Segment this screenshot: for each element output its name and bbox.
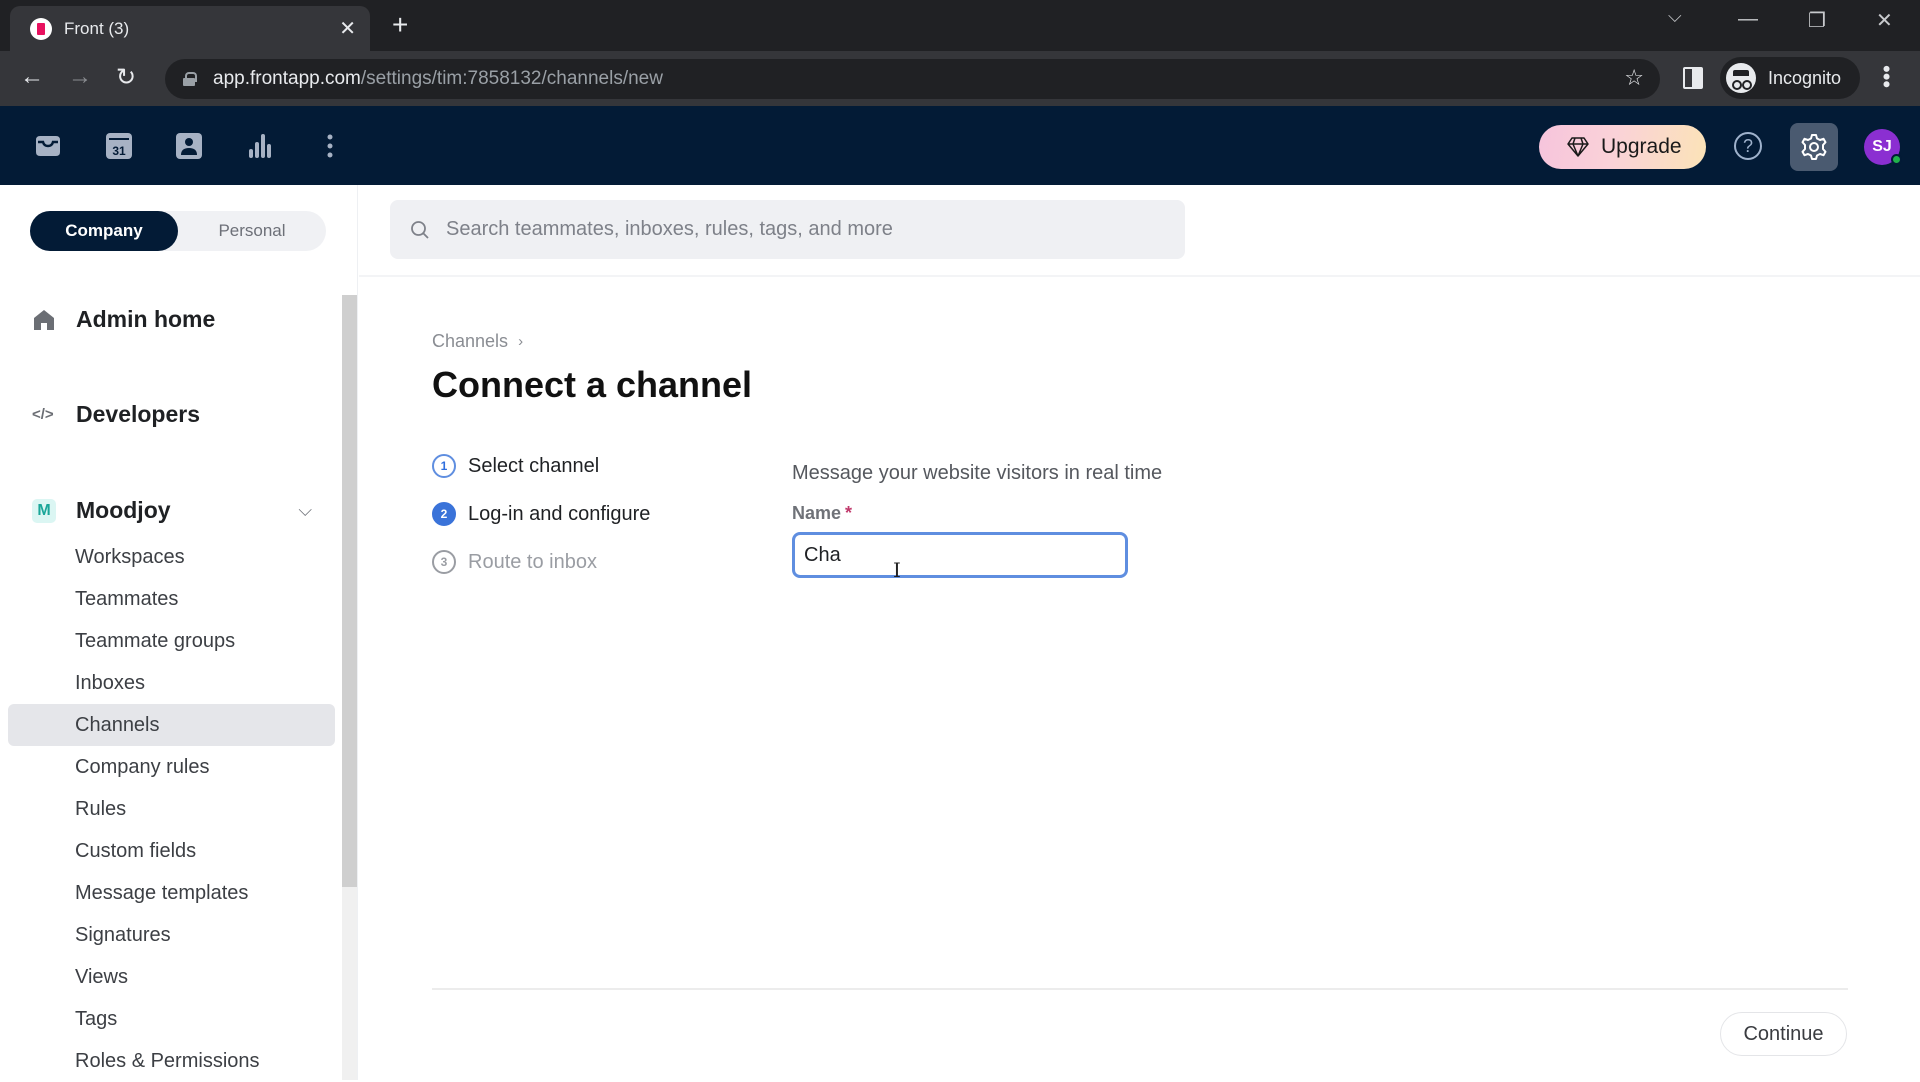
sidebar-item-channels[interactable]: Channels	[8, 704, 335, 746]
gear-icon	[1801, 134, 1827, 160]
browser-menu-icon[interactable]: •••	[1874, 65, 1899, 88]
chevron-down-icon[interactable]: ⌵	[298, 500, 312, 521]
incognito-profile-button[interactable]: Incognito	[1720, 57, 1860, 99]
setup-steps: 1 Select channel 2 Log-in and configure …	[432, 442, 650, 586]
org-name: Moodjoy	[76, 497, 171, 523]
lock-icon	[183, 72, 197, 86]
scope-tab-personal[interactable]: Personal	[178, 211, 326, 251]
new-tab-button[interactable]: +	[392, 10, 408, 40]
settings-button[interactable]	[1790, 123, 1838, 171]
contacts-icon[interactable]	[173, 130, 205, 162]
footer-divider	[432, 988, 1848, 990]
settings-sidebar: Company Personal Admin home </> Develope…	[0, 185, 358, 1080]
text-cursor-icon: I	[893, 558, 901, 582]
incognito-icon	[1726, 63, 1756, 93]
step-label: Select channel	[468, 454, 600, 477]
address-bar[interactable]: app.frontapp.com /settings/tim:7858132/c…	[165, 59, 1660, 99]
step-login-configure[interactable]: 2 Log-in and configure	[432, 490, 650, 538]
channel-config-form: Message your website visitors in real ti…	[792, 462, 1162, 578]
inbox-icon[interactable]	[32, 130, 64, 162]
step-label: Route to inbox	[468, 550, 597, 573]
continue-button[interactable]: Continue	[1720, 1012, 1847, 1056]
sidebar-item-teammate-groups[interactable]: Teammate groups	[8, 620, 335, 662]
channel-description: Message your website visitors in real ti…	[792, 462, 1163, 484]
back-arrow-icon[interactable]: ←	[20, 63, 44, 91]
app-header: 31 Upgrade ? SJ	[0, 106, 1920, 185]
upgrade-label: Upgrade	[1601, 135, 1682, 158]
sidebar-item-teammates[interactable]: Teammates	[8, 578, 335, 620]
sidebar-item-developers[interactable]: </> Developers	[32, 401, 200, 428]
org-settings-nav: Workspaces Teammates Teammate groups Inb…	[8, 536, 335, 1082]
analytics-icon[interactable]	[244, 130, 276, 162]
url-path: /settings/tim:7858132/channels/new	[360, 68, 663, 89]
code-icon: </>	[32, 406, 54, 423]
scope-toggle: Company Personal	[30, 211, 326, 251]
step-route-to-inbox: 3 Route to inbox	[432, 538, 650, 586]
home-icon	[34, 309, 54, 330]
breadcrumb-chevron-icon: ›	[518, 333, 524, 350]
sidebar-item-custom-fields[interactable]: Custom fields	[8, 830, 335, 872]
step-number: 3	[432, 550, 456, 574]
tab-search-chevron-icon[interactable]: ⌵	[1668, 6, 1682, 27]
step-label: Log-in and configure	[468, 502, 651, 525]
sidebar-item-label: Developers	[76, 401, 201, 427]
sidebar-item-tags[interactable]: Tags	[8, 998, 335, 1040]
search-area	[359, 185, 1920, 277]
breadcrumb-channels-link[interactable]: Channels	[432, 331, 508, 352]
help-icon[interactable]: ?	[1734, 132, 1762, 160]
close-window-icon[interactable]: ✕	[1876, 8, 1893, 33]
org-section-header[interactable]: M Moodjoy ⌵	[32, 497, 312, 524]
page-title: Connect a channel	[432, 364, 753, 405]
avatar-initials: SJ	[1872, 138, 1892, 155]
step-number: 1	[432, 454, 456, 478]
browser-tab-bar: Front (3) ✕ + ⌵ — ❐ ✕	[0, 0, 1920, 51]
search-icon	[411, 220, 429, 239]
name-label-text: Name	[792, 503, 842, 523]
search-input[interactable]	[446, 218, 1166, 241]
online-status-indicator	[1891, 154, 1902, 165]
upgrade-button[interactable]: Upgrade	[1539, 125, 1706, 169]
sidebar-item-views[interactable]: Views	[8, 956, 335, 998]
sidebar-item-admin-home[interactable]: Admin home	[32, 306, 215, 333]
front-favicon-icon	[30, 17, 52, 40]
sidebar-item-inboxes[interactable]: Inboxes	[8, 662, 335, 704]
tab-title: Front (3)	[64, 18, 130, 38]
user-avatar[interactable]: SJ	[1864, 129, 1902, 165]
sidebar-item-rules[interactable]: Rules	[8, 788, 335, 830]
step-select-channel[interactable]: 1 Select channel	[432, 442, 650, 490]
sidebar-item-message-templates[interactable]: Message templates	[8, 872, 335, 914]
close-tab-icon[interactable]: ✕	[339, 16, 356, 41]
step-number: 2	[432, 502, 456, 526]
name-field[interactable]	[792, 532, 1128, 578]
sidebar-item-roles-permissions[interactable]: Roles & Permissions	[8, 1040, 335, 1082]
forward-arrow-icon[interactable]: →	[68, 63, 92, 91]
url-host: app.frontapp.com	[213, 68, 361, 89]
name-field-label: Name *	[792, 503, 1162, 524]
sidebar-item-label: Admin home	[76, 306, 216, 332]
browser-toolbar: ← → ↻ app.frontapp.com /settings/tim:785…	[0, 51, 1920, 106]
sidebar-scrollbar-thumb[interactable]	[342, 295, 357, 887]
sidebar-item-workspaces[interactable]: Workspaces	[8, 536, 335, 578]
incognito-label: Incognito	[1768, 67, 1842, 88]
side-panel-icon[interactable]	[1683, 67, 1703, 89]
sidebar-item-signatures[interactable]: Signatures	[8, 914, 335, 956]
minimize-window-icon[interactable]: —	[1738, 8, 1758, 31]
breadcrumb: Channels ›	[432, 331, 523, 352]
settings-search[interactable]	[390, 200, 1185, 259]
name-input[interactable]	[804, 543, 1104, 567]
scope-tab-company[interactable]: Company	[30, 211, 178, 251]
more-icon[interactable]	[314, 130, 346, 162]
calendar-day: 31	[112, 144, 126, 158]
diamond-icon	[1567, 137, 1589, 157]
calendar-icon[interactable]: 31	[103, 130, 135, 162]
org-badge: M	[32, 498, 56, 523]
browser-tab[interactable]: Front (3) ✕	[10, 6, 370, 51]
required-asterisk: *	[845, 503, 853, 523]
bookmark-star-icon[interactable]: ☆	[1624, 65, 1644, 91]
sidebar-item-company-rules[interactable]: Company rules	[8, 746, 335, 788]
reload-icon[interactable]: ↻	[116, 63, 136, 92]
restore-window-icon[interactable]: ❐	[1808, 8, 1826, 33]
